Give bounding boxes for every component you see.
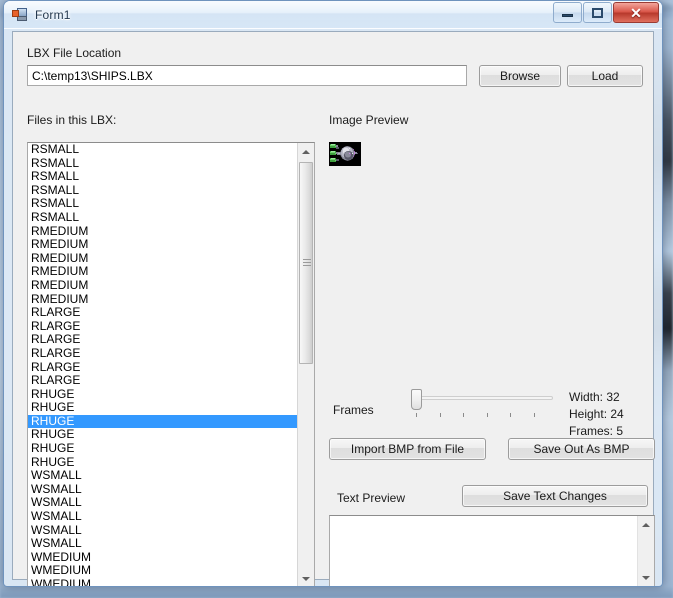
backdrop-bottom-band (0, 586, 673, 598)
title-bar[interactable]: Form1 ✕ (4, 1, 662, 29)
list-item[interactable]: RMEDIUM (28, 225, 298, 239)
frames-label: Frames (333, 403, 374, 417)
list-item[interactable]: RMEDIUM (28, 265, 298, 279)
list-item[interactable]: RMEDIUM (28, 252, 298, 266)
list-item[interactable]: RLARGE (28, 361, 298, 375)
list-item[interactable]: RSMALL (28, 143, 298, 157)
list-item[interactable]: RSMALL (28, 197, 298, 211)
list-item[interactable]: WSMALL (28, 510, 298, 524)
list-item[interactable]: RLARGE (28, 347, 298, 361)
list-item[interactable]: WMEDIUM (28, 551, 298, 565)
save-text-changes-button[interactable]: Save Text Changes (462, 485, 648, 507)
lbx-file-listbox[interactable]: RSMALL RSMALL RSMALL RSMALL RSMALL RSMALL RMED… (27, 142, 315, 586)
text-scroll-up-button[interactable] (638, 516, 654, 533)
scrollbar-thumb[interactable] (299, 162, 313, 364)
slider-tick (533, 413, 535, 417)
files-in-lbx-label: Files in this LBX: (27, 113, 117, 127)
text-preview-textarea[interactable] (329, 515, 655, 586)
list-item[interactable]: RSMALL (28, 170, 298, 184)
lbx-file-list: RSMALL RSMALL RSMALL RSMALL RSMALL RSMALL RMED… (28, 143, 298, 586)
slider-tick (439, 413, 441, 417)
list-item[interactable]: RSMALL (28, 157, 298, 171)
frames-slider[interactable] (407, 387, 557, 417)
slider-tick (463, 413, 464, 417)
list-item[interactable]: WSMALL (28, 483, 298, 497)
form1-window: Form1 ✕ LBX File Location C:\temp13\SHIP… (3, 0, 663, 587)
text-preview-label: Text Preview (337, 491, 406, 505)
list-item[interactable]: RHUGE (28, 428, 298, 442)
list-item[interactable]: RHUGE (28, 456, 298, 470)
window-controls: ✕ (552, 2, 659, 23)
list-item[interactable]: WSMALL (28, 469, 298, 483)
metric-width: Width: 32 (569, 390, 620, 404)
list-item[interactable]: WMEDIUM (28, 578, 298, 586)
scroll-up-button[interactable] (298, 143, 314, 160)
maximize-icon (592, 7, 603, 18)
close-icon: ✕ (630, 4, 642, 21)
slider-track[interactable] (413, 396, 553, 400)
list-item[interactable]: RHUGE (28, 401, 298, 415)
winforms-icon (12, 7, 28, 23)
list-item[interactable]: RMEDIUM (28, 279, 298, 293)
form-client-area: LBX File Location C:\temp13\SHIPS.LBX Br… (12, 31, 655, 586)
text-scroll-down-button[interactable] (638, 569, 654, 586)
image-preview-canvas (329, 142, 361, 166)
save-out-as-bmp-button[interactable]: Save Out As BMP (508, 438, 655, 460)
list-item[interactable]: RLARGE (28, 374, 298, 388)
slider-tick (416, 413, 417, 417)
list-item[interactable]: RHUGE (28, 414, 298, 429)
list-item[interactable]: RSMALL (28, 184, 298, 198)
scroll-down-button[interactable] (298, 570, 314, 586)
minimize-icon (562, 14, 573, 17)
image-metrics: Width: 32 Height: 24 Frames: 5 (569, 389, 624, 440)
chevron-down-icon (642, 575, 650, 580)
slider-tick (486, 413, 488, 417)
metric-height: Height: 24 (569, 407, 624, 421)
window-title: Form1 (35, 7, 71, 22)
listbox-scrollbar[interactable] (297, 143, 314, 586)
list-item[interactable]: RLARGE (28, 306, 298, 320)
list-item[interactable]: WSMALL (28, 496, 298, 510)
import-bmp-button[interactable]: Import BMP from File (329, 438, 486, 460)
list-item[interactable]: RLARGE (28, 333, 298, 347)
maximize-button[interactable] (583, 2, 612, 23)
list-item[interactable]: RSMALL (28, 211, 298, 225)
list-item[interactable]: RHUGE (28, 388, 298, 402)
slider-thumb[interactable] (411, 389, 422, 410)
chevron-up-icon (642, 522, 650, 527)
list-item[interactable]: WSMALL (28, 524, 298, 538)
list-item[interactable]: RMEDIUM (28, 293, 298, 307)
list-item[interactable]: WSMALL (28, 537, 298, 551)
list-item[interactable]: RLARGE (28, 320, 298, 334)
close-button[interactable]: ✕ (613, 2, 659, 23)
lbx-file-location-label: LBX File Location (27, 46, 122, 60)
load-button[interactable]: Load (567, 65, 643, 87)
chevron-down-icon (302, 576, 310, 581)
list-item[interactable]: RMEDIUM (28, 238, 298, 252)
minimize-button[interactable] (553, 2, 582, 23)
text-preview-scrollbar[interactable] (637, 516, 654, 586)
lbx-file-path-input[interactable]: C:\temp13\SHIPS.LBX (27, 65, 467, 86)
image-preview-label: Image Preview (329, 113, 409, 127)
slider-tick (510, 413, 511, 417)
list-item[interactable]: RHUGE (28, 442, 298, 456)
chevron-up-icon (302, 149, 310, 154)
scrollbar-grip-icon (303, 259, 311, 267)
list-item[interactable]: WMEDIUM (28, 564, 298, 578)
browse-button[interactable]: Browse (479, 65, 561, 87)
